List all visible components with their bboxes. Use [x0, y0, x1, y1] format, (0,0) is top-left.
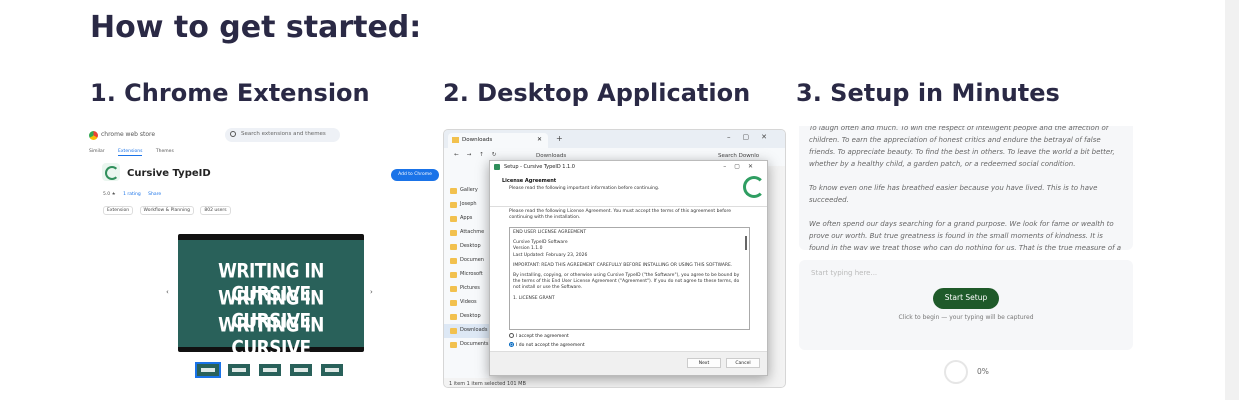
search-placeholder: Search extensions and themes	[241, 131, 326, 137]
carousel-next-icon[interactable]: ›	[370, 288, 373, 296]
decline-label: I do not accept the agreement	[516, 343, 585, 348]
step-2-title: 2. Desktop Application	[443, 79, 751, 107]
store-search-input[interactable]: Search extensions and themes	[225, 128, 340, 142]
license-line: Cursive TypeID Software Version 1.1.0 La…	[513, 240, 588, 258]
quote-paragraph: To know even one life has breathed easie…	[809, 184, 1098, 204]
setup-screenshot: To laugh often and much. To win the resp…	[796, 126, 1138, 388]
extension-name: Cursive TypeID	[127, 168, 211, 179]
desktop-installer-screenshot: Downloads ✕ + –▢✕ ←→↑↻ Downloads Search …	[443, 129, 786, 388]
folder-icon	[452, 137, 459, 143]
sidebar-item[interactable]: Videos	[444, 296, 489, 310]
step-1-title: 1. Chrome Extension	[90, 79, 370, 107]
sidebar-item[interactable]: Attachme	[444, 226, 489, 240]
sidebar-item[interactable]: Joseph	[444, 198, 489, 212]
tab-extensions[interactable]: Extensions	[118, 149, 143, 156]
thumbnail[interactable]	[319, 362, 345, 378]
license-scrollbar[interactable]	[745, 236, 747, 250]
typing-area[interactable]: Start typing here... Start Setup Click t…	[799, 260, 1133, 350]
share-link[interactable]: Share	[148, 192, 161, 197]
sidebar-item[interactable]: Pictures	[444, 282, 489, 296]
radio-selected-icon	[509, 342, 514, 347]
chip-type: Extension	[103, 206, 134, 215]
typing-placeholder: Start typing here...	[811, 269, 878, 277]
explorer-tab-bar: Downloads ✕ + –▢✕	[444, 130, 785, 148]
thumbnail[interactable]	[288, 362, 314, 378]
search-icon	[230, 131, 236, 137]
license-line: IMPORTANT: READ THIS AGREEMENT CAREFULLY…	[513, 262, 733, 268]
accept-radio[interactable]: I accept the agreement	[509, 333, 569, 339]
tab-themes[interactable]: Themes	[156, 149, 174, 154]
radio-icon	[509, 333, 514, 338]
chip-category[interactable]: Workflow & Planning	[139, 206, 194, 215]
dialog-footer: Next Cancel	[490, 351, 767, 375]
breadcrumb[interactable]: Downloads	[536, 153, 706, 159]
extension-meta: 5.0 ★ 1 rating Share	[103, 192, 167, 197]
start-setup-button[interactable]: Start Setup	[933, 288, 999, 309]
carousel-prev-icon[interactable]: ‹	[166, 288, 169, 296]
sidebar-item[interactable]: Microsoft	[444, 268, 489, 282]
close-tab-icon[interactable]: ✕	[537, 136, 542, 143]
cursive-typeid-logo-icon	[102, 163, 120, 181]
thumbnail[interactable]	[195, 362, 221, 378]
tab-title: Downloads	[462, 137, 493, 143]
sidebar-item[interactable]: Desktop	[444, 240, 489, 254]
thumbnail[interactable]	[257, 362, 283, 378]
chrome-extension-screenshot: chrome web store Search extensions and t…	[87, 126, 439, 386]
license-subheading: Please read the following important info…	[509, 186, 660, 191]
promo-banner: WRITING IN CURSIVE WRITING IN CURSIVE WR…	[178, 234, 364, 360]
store-name: chrome web store	[101, 131, 156, 138]
explorer-sidebar: Gallery Joseph Apps Attachme Desktop Doc…	[444, 166, 489, 378]
new-tab-icon[interactable]: +	[556, 134, 563, 143]
progress-ring-icon	[944, 360, 968, 384]
license-intro: Please read the following License Agreem…	[509, 209, 732, 220]
page-scrollbar[interactable]	[1225, 0, 1239, 400]
page-title: How to get started:	[90, 10, 422, 45]
sidebar-item[interactable]: Documents	[444, 338, 489, 352]
license-line: END USER LICENSE AGREEMENT	[513, 230, 587, 235]
license-heading: License Agreement	[502, 178, 557, 184]
next-button[interactable]: Next	[687, 358, 721, 368]
dialog-window-controls[interactable]: –▢✕	[723, 163, 761, 170]
sidebar-item[interactable]: Downloads	[444, 324, 489, 338]
step-3-title: 3. Setup in Minutes	[796, 79, 1060, 107]
cancel-button[interactable]: Cancel	[726, 358, 760, 368]
accept-label: I accept the agreement	[516, 334, 569, 339]
setup-hint: Click to begin — your typing will be cap…	[898, 314, 1034, 321]
sidebar-item[interactable]: Desktop	[444, 310, 489, 324]
chrome-web-store-logo-icon	[89, 131, 98, 140]
quote-box: To laugh often and much. To win the resp…	[799, 126, 1133, 250]
status-bar: 1 item 1 item selected 101 MB	[444, 378, 785, 387]
sidebar-item[interactable]: Documen	[444, 254, 489, 268]
cursive-typeid-logo-icon	[743, 176, 765, 198]
explorer-tab[interactable]: Downloads ✕	[448, 133, 548, 148]
rating-link[interactable]: 1 rating	[123, 192, 141, 197]
store-tabs: Similar Extensions Themes	[89, 149, 186, 156]
banner-line: WRITING IN CURSIVE	[218, 314, 324, 360]
chip-users: 802 users	[200, 206, 231, 215]
setup-dialog: Setup - Cursive TypeID 1.1.0 –▢✕ License…	[489, 160, 768, 376]
quote-paragraph: We often spend our days searching for a …	[809, 220, 1122, 250]
window-controls[interactable]: –▢✕	[727, 133, 779, 141]
nav-arrows-icon[interactable]: ←→↑↻	[454, 152, 504, 158]
tab-similar[interactable]: Similar	[89, 149, 105, 154]
sidebar-item[interactable]: Apps	[444, 212, 489, 226]
thumbnail[interactable]	[226, 362, 252, 378]
add-to-chrome-button[interactable]: Add to Chrome	[391, 169, 439, 181]
quote-paragraph: To laugh often and much. To win the resp…	[809, 126, 1115, 168]
license-line: 1. LICENSE GRANT	[513, 295, 555, 301]
progress-percent: 0%	[977, 367, 989, 376]
decline-radio[interactable]: I do not accept the agreement	[509, 342, 585, 348]
sidebar-item[interactable]: Gallery	[444, 184, 489, 198]
explorer-search[interactable]: Search Downlo	[718, 153, 759, 159]
license-line: By installing, copying, or otherwise usi…	[513, 273, 740, 291]
extension-chips: Extension Workflow & Planning 802 users	[103, 206, 236, 215]
license-textbox[interactable]: END USER LICENSE AGREEMENT Cursive TypeI…	[509, 227, 750, 330]
rating: 5.0 ★	[103, 192, 116, 197]
dialog-header: License Agreement Please read the follow…	[490, 173, 767, 207]
